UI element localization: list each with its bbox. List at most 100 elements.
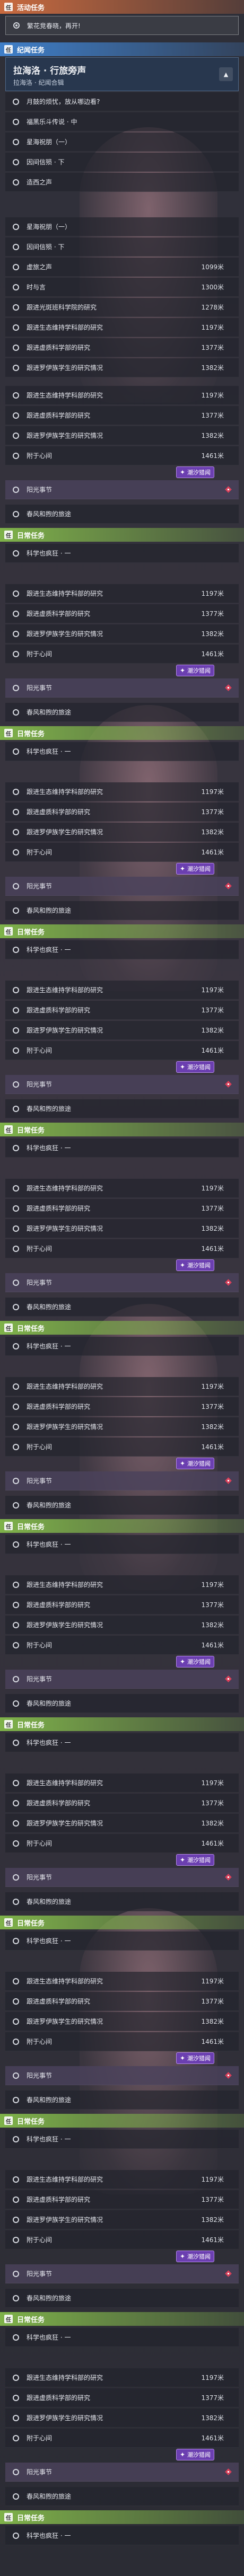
quest-row[interactable]: 春风和煦的旅途 <box>5 2487 239 2506</box>
quest-row[interactable]: 跟进生态维持学科部的研究 1197米 <box>5 386 239 405</box>
quest-row[interactable]: 跟进生态维持学科部的研究 1197米 <box>5 1972 239 1991</box>
quest-row[interactable]: 跟进虚质科学部的研究 1377米 <box>5 2388 239 2407</box>
quest-row[interactable]: 附于心间 1461米 <box>5 843 239 862</box>
quest-row[interactable]: 阳光事节 <box>5 1670 239 1689</box>
quest-row[interactable]: 科学也疯狂 · 一 <box>5 2526 239 2545</box>
quest-row[interactable]: 跟进生态维持学科部的研究 1197米 <box>5 1774 239 1793</box>
quest-group-card[interactable]: 拉海洛 · 行旅旁声 拉海洛 · 纪闻合辑 ▲ <box>5 57 239 91</box>
quest-row[interactable]: 跟进罗伊族学生的研究情况 1382米 <box>5 1219 239 1238</box>
quest-row[interactable]: 跟进虚质科学部的研究 1377米 <box>5 1199 239 1218</box>
quest-row[interactable]: 春风和煦的旅途 <box>5 2090 239 2110</box>
quest-row[interactable]: 春风和煦的旅途 <box>5 1694 239 1713</box>
category-header-daily[interactable]: 任日常任务 <box>0 2114 244 2128</box>
quest-row[interactable]: 跟进生态维持学科部的研究 1197米 <box>5 782 239 801</box>
quest-row[interactable]: 阳光事节 <box>5 2066 239 2085</box>
category-header-daily[interactable]: 任日常任务 <box>0 1123 244 1136</box>
quest-row[interactable]: 阳光事节 <box>5 2463 239 2482</box>
quest-row[interactable]: 科学也疯狂 · 一 <box>5 544 239 563</box>
quest-row[interactable]: 跟进罗伊族学生的研究情况 1382米 <box>5 1616 239 1635</box>
quest-row[interactable]: 阳光事节 <box>5 1075 239 1094</box>
quest-row[interactable]: 跟进罗伊族学生的研究情况 1382米 <box>5 1814 239 1833</box>
quest-row[interactable]: 跟进虚质科学部的研究 1377米 <box>5 802 239 822</box>
category-header-daily[interactable]: 任日常任务 <box>0 1717 244 1731</box>
quest-row[interactable]: 跟进虚质科学部的研究 1377米 <box>5 1595 239 1615</box>
quest-row[interactable]: 阳光事节 <box>5 480 239 499</box>
category-header-daily[interactable]: 任日常任务 <box>0 528 244 542</box>
quest-row[interactable]: 跟进罗伊族学生的研究情况 1382米 <box>5 1417 239 1436</box>
quest-row[interactable]: 阳光事节 <box>5 2264 239 2283</box>
quest-row[interactable]: 科学也疯狂 · 一 <box>5 940 239 959</box>
quest-row[interactable]: 跟进生态维持学科部的研究 1197米 <box>5 981 239 1000</box>
quest-row[interactable]: 跟进罗伊族学生的研究情况 1382米 <box>5 624 239 643</box>
category-header-daily[interactable]: 任日常任务 <box>0 924 244 938</box>
category-header-event[interactable]: 任 活动任务 <box>0 0 244 14</box>
quest-row[interactable]: 跟进罗伊族学生的研究情况 1382米 <box>5 2012 239 2031</box>
quest-row[interactable]: 星海祝朋（一） <box>5 217 239 236</box>
quest-row[interactable]: 附于心间 1461米 <box>5 2032 239 2051</box>
quest-row[interactable]: 造西之声 <box>5 173 239 192</box>
quest-row[interactable]: 阳光事节 <box>5 1471 239 1490</box>
quest-row[interactable]: 跟进虚质科学部的研究 1377米 <box>5 604 239 623</box>
quest-row[interactable]: 科学也疯狂 · 一 <box>5 1733 239 1752</box>
quest-row[interactable]: 阳光事节 <box>5 877 239 896</box>
quest-row[interactable]: 附于心间 1461米 <box>5 446 239 465</box>
quest-row[interactable]: 附于心间 1461米 <box>5 645 239 664</box>
category-header-daily[interactable]: 任日常任务 <box>0 1321 244 1335</box>
chevron-up-icon[interactable]: ▲ <box>219 67 233 81</box>
quest-row[interactable]: 因间信殒 · 下 <box>5 237 239 257</box>
quest-row[interactable]: 跟进罗伊族学生的研究情况 1382米 <box>5 426 239 445</box>
quest-row[interactable]: 因间信殒 · 下 <box>5 153 239 172</box>
quest-row[interactable]: 春风和煦的旅途 <box>5 505 239 524</box>
quest-row[interactable]: 跟进罗伊族学生的研究情况 1382米 <box>5 823 239 842</box>
category-header-daily[interactable]: 任日常任务 <box>0 1916 244 1929</box>
quest-row[interactable]: 科学也疯狂 · 一 <box>5 742 239 761</box>
quest-row[interactable]: 跟进生态维持学科部的研究 1197米 <box>5 318 239 337</box>
quest-row[interactable]: 跟进生态维持学科部的研究 1197米 <box>5 1179 239 1198</box>
quest-row[interactable]: 星海祝朋（一） <box>5 133 239 152</box>
category-header-daily[interactable]: 任日常任务 <box>0 2510 244 2524</box>
quest-row[interactable]: 春风和煦的旅途 <box>5 703 239 722</box>
quest-row[interactable]: 春风和煦的旅途 <box>5 1892 239 1911</box>
quest-row[interactable]: 春风和煦的旅途 <box>5 901 239 920</box>
quest-row[interactable]: 跟进虚质科学部的研究 1377米 <box>5 1397 239 1416</box>
quest-row[interactable]: 月鼓的烦忧，放从哪边看? <box>5 92 239 111</box>
quest-row[interactable]: 跟进罗伊族学生的研究情况 1382米 <box>5 2210 239 2229</box>
category-header-daily[interactable]: 任日常任务 <box>0 1519 244 1533</box>
quest-row[interactable]: 附于心间 1461米 <box>5 1834 239 1853</box>
quest-row[interactable]: 跟进虚质科学部的研究 1377米 <box>5 1794 239 1813</box>
quest-row[interactable]: 附于心间 1461米 <box>5 2429 239 2448</box>
quest-row[interactable]: 跟进光斑班科学院的研究 1278米 <box>5 298 239 317</box>
quest-row[interactable]: 科学也疯狂 · 一 <box>5 1535 239 1554</box>
quest-row[interactable]: 跟进生态维持学科部的研究 1197米 <box>5 2368 239 2387</box>
quest-row[interactable]: 福黑乐斗传说 · 中 <box>5 112 239 131</box>
quest-row[interactable]: 春风和煦的旅途 <box>5 1099 239 1118</box>
quest-row[interactable]: 跟进虚质科学部的研究 1377米 <box>5 406 239 425</box>
quest-row[interactable]: 附于心间 1461米 <box>5 1239 239 1258</box>
quest-row[interactable]: 跟进虚质科学部的研究 1377米 <box>5 1992 239 2011</box>
quest-row[interactable]: 跟进生态维持学科部的研究 1197米 <box>5 1575 239 1594</box>
quest-row[interactable]: 科学也疯狂 · 一 <box>5 2328 239 2347</box>
quest-row[interactable]: 科学也疯狂 · 一 <box>5 1931 239 1951</box>
quest-row[interactable]: 跟进虚质科学部的研究 1377米 <box>5 2190 239 2209</box>
quest-row[interactable]: 春风和煦的旅途 <box>5 2289 239 2308</box>
quest-row[interactable]: 附于心间 1461米 <box>5 1041 239 1060</box>
quest-row[interactable]: 跟进罗伊族学生的研究情况 1382米 <box>5 2409 239 2428</box>
quest-row[interactable]: 阳光事节 <box>5 678 239 698</box>
category-header-plot[interactable]: 任 纪闻任务 <box>0 42 244 56</box>
quest-row[interactable]: 跟进虚质科学部的研究 1377米 <box>5 1001 239 1020</box>
quest-row[interactable]: 跟进生态维持学科部的研究 1197米 <box>5 584 239 603</box>
quest-row[interactable]: 跟进虚质科学部的研究 1377米 <box>5 338 239 357</box>
quest-row[interactable]: 时与言 1300米 <box>5 278 239 297</box>
quest-row[interactable]: 附于心间 1461米 <box>5 1437 239 1457</box>
quest-row[interactable]: 虚旅之声 1099米 <box>5 258 239 277</box>
category-header-daily[interactable]: 任日常任务 <box>0 2312 244 2326</box>
quest-row[interactable]: 阳光事节 <box>5 1273 239 1292</box>
quest-row[interactable]: 跟进生态维持学科部的研究 1197米 <box>5 1377 239 1396</box>
quest-row[interactable]: 跟进罗伊族学生的研究情况 1382米 <box>5 1021 239 1040</box>
quest-row[interactable]: 科学也疯狂 · 一 <box>5 2130 239 2149</box>
quest-row[interactable]: 科学也疯狂 · 一 <box>5 1337 239 1356</box>
quest-row[interactable]: 春风和煦的旅途 <box>5 1496 239 1515</box>
quest-row[interactable]: 繁花竞春晓，再开! <box>5 16 239 35</box>
quest-row[interactable]: 阳光事节 <box>5 1868 239 1887</box>
quest-row[interactable]: 跟进生态维持学科部的研究 1197米 <box>5 2170 239 2189</box>
